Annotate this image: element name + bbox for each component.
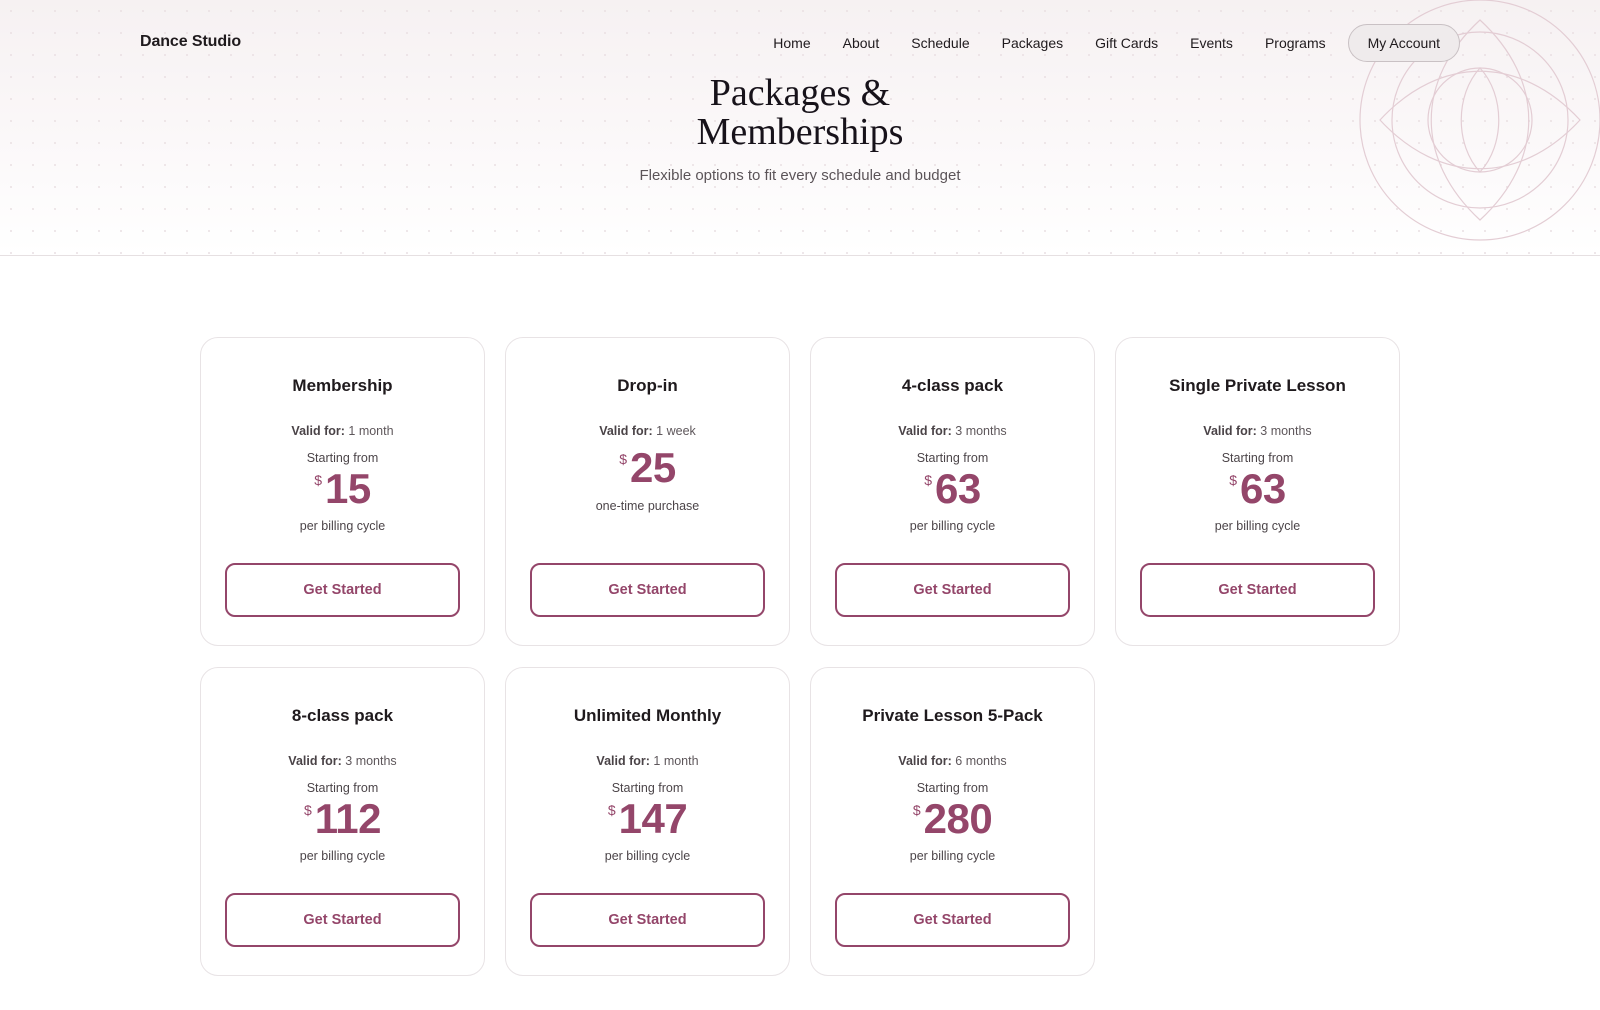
price-note: one-time purchase (595, 499, 700, 513)
price-currency: $ (1229, 472, 1238, 488)
validity-value: 3 months (345, 754, 397, 768)
package-price: $147 (506, 796, 789, 842)
nav-item-programs[interactable]: Programs (1265, 35, 1326, 51)
price-amount: 15 (325, 465, 371, 512)
price-amount: 280 (923, 795, 993, 842)
starting-from-label: Starting from (306, 451, 379, 465)
validity-value: 1 month (653, 754, 699, 768)
brand-logo-text[interactable]: Dance Studio (140, 33, 241, 51)
package-title: 4-class pack (901, 376, 1004, 395)
package-card-4-class-pack: 4-class pack Valid for: 3 months Startin… (810, 337, 1095, 646)
get-started-button[interactable]: Get Started (530, 563, 765, 617)
price-amount: 63 (935, 465, 981, 512)
starting-from-label: Starting from (916, 451, 989, 465)
get-started-button[interactable]: Get Started (225, 563, 460, 617)
validity-value: 3 months (955, 424, 1007, 438)
package-title: Membership (292, 376, 393, 395)
package-price: $280 (811, 796, 1094, 842)
get-started-button[interactable]: Get Started (835, 893, 1070, 947)
package-validity: Valid for: 6 months (811, 754, 1094, 768)
nav-item-packages[interactable]: Packages (1002, 35, 1063, 51)
starting-from-label: Starting from (306, 781, 379, 795)
price-note: per billing cycle (1214, 519, 1301, 533)
get-started-button[interactable]: Get Started (1140, 563, 1375, 617)
package-title: 8-class pack (291, 706, 394, 725)
validity-label: Valid for: (898, 754, 952, 768)
package-validity: Valid for: 3 months (811, 424, 1094, 438)
nav-item-gift-cards[interactable]: Gift Cards (1095, 35, 1158, 51)
package-price: $63 (1116, 466, 1399, 512)
package-validity: Valid for: 3 months (1116, 424, 1399, 438)
starting-from-label: Starting from (1221, 451, 1294, 465)
package-price: $63 (811, 466, 1094, 512)
package-price: $112 (201, 796, 484, 842)
price-currency: $ (303, 802, 312, 818)
package-title: Single Private Lesson (1169, 376, 1346, 395)
package-validity: Valid for: 1 week (506, 424, 789, 438)
validity-label: Valid for: (291, 424, 345, 438)
starting-from-label: Starting from (611, 781, 684, 795)
package-title: Drop-in (617, 376, 678, 395)
price-currency: $ (607, 802, 616, 818)
starting-from-label: Starting from (916, 781, 989, 795)
price-amount: 63 (1240, 465, 1286, 512)
validity-label: Valid for: (288, 754, 342, 768)
page-title-line-2: Memberships (696, 111, 904, 153)
validity-label: Valid for: (599, 424, 653, 438)
nav-item-home[interactable]: Home (773, 35, 810, 51)
price-note: per billing cycle (299, 519, 386, 533)
validity-value: 6 months (955, 754, 1007, 768)
nav-item-about[interactable]: About (843, 35, 880, 51)
price-amount: 112 (314, 795, 382, 842)
packages-grid: Membership Valid for: 1 month Starting f… (200, 337, 1400, 976)
package-card-unlimited-monthly: Unlimited Monthly Valid for: 1 month Sta… (505, 667, 790, 976)
page-title: Packages & Memberships (0, 74, 1600, 152)
package-card-single-private-lesson: Single Private Lesson Valid for: 3 month… (1115, 337, 1400, 646)
price-currency: $ (912, 802, 921, 818)
validity-value: 1 week (656, 424, 696, 438)
price-note: per billing cycle (909, 849, 996, 863)
validity-label: Valid for: (1203, 424, 1257, 438)
package-card-membership: Membership Valid for: 1 month Starting f… (200, 337, 485, 646)
main-nav: Home About Schedule Packages Gift Cards … (773, 24, 1460, 62)
package-card-private-lesson-5-pack: Private Lesson 5-Pack Valid for: 6 month… (810, 667, 1095, 976)
package-validity: Valid for: 1 month (506, 754, 789, 768)
my-account-button[interactable]: My Account (1347, 24, 1460, 62)
price-amount: 147 (618, 795, 688, 842)
nav-item-events[interactable]: Events (1190, 35, 1233, 51)
package-price: $15 (201, 466, 484, 512)
nav-item-schedule[interactable]: Schedule (911, 35, 969, 51)
get-started-button[interactable]: Get Started (530, 893, 765, 947)
price-note: per billing cycle (604, 849, 691, 863)
price-note: per billing cycle (909, 519, 996, 533)
validity-value: 3 months (1260, 424, 1312, 438)
package-title: Unlimited Monthly (573, 706, 722, 725)
get-started-button[interactable]: Get Started (225, 893, 460, 947)
hero-banner: Dance Studio Home About Schedule Package… (0, 0, 1600, 256)
price-amount: 25 (630, 444, 676, 491)
price-currency: $ (924, 472, 933, 488)
get-started-button[interactable]: Get Started (835, 563, 1070, 617)
package-validity: Valid for: 1 month (201, 424, 484, 438)
validity-label: Valid for: (898, 424, 952, 438)
price-note: per billing cycle (299, 849, 386, 863)
package-title: Private Lesson 5-Pack (862, 706, 1043, 725)
validity-value: 1 month (348, 424, 394, 438)
package-price: $25 (506, 445, 789, 491)
page-subtitle: Flexible options to fit every schedule a… (639, 167, 961, 184)
price-currency: $ (314, 472, 323, 488)
price-currency: $ (619, 451, 628, 467)
package-validity: Valid for: 3 months (201, 754, 484, 768)
page-title-line-1: Packages & (709, 72, 891, 114)
validity-label: Valid for: (596, 754, 650, 768)
package-card-drop-in: Drop-in Valid for: 1 week $25 one-time p… (505, 337, 790, 646)
package-card-8-class-pack: 8-class pack Valid for: 3 months Startin… (200, 667, 485, 976)
